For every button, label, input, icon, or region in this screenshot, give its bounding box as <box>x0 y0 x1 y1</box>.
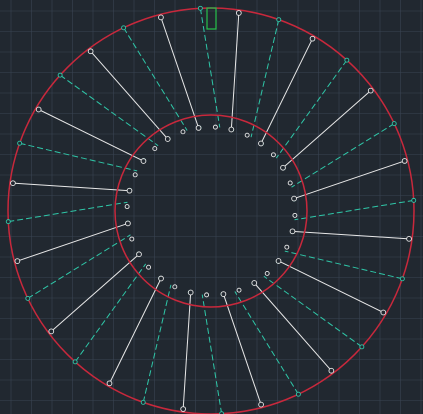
outer-dashed-node[interactable] <box>197 5 203 11</box>
outer-node[interactable] <box>401 158 408 164</box>
inner-node[interactable] <box>140 158 147 164</box>
outer-dashed-node[interactable] <box>121 25 127 31</box>
dashed-spoke[interactable] <box>250 19 280 138</box>
inner-circle[interactable] <box>114 114 308 308</box>
outer-dashed-node[interactable] <box>140 399 146 405</box>
outer-node[interactable] <box>235 10 242 16</box>
solid-spoke[interactable] <box>292 230 410 240</box>
outer-dashed-node[interactable] <box>25 295 31 301</box>
background-grid <box>0 0 423 414</box>
dashed-spoke[interactable] <box>275 59 348 159</box>
outer-dashed-node[interactable] <box>411 197 417 203</box>
outer-dashed-node[interactable] <box>359 344 365 350</box>
inner-hole-markers <box>124 124 298 298</box>
dashed-spoke[interactable] <box>199 8 221 128</box>
solid-spoke[interactable] <box>253 282 332 372</box>
dashed-spoke[interactable] <box>123 27 188 131</box>
outer-dashed-node[interactable] <box>72 359 78 365</box>
inner-node[interactable] <box>136 251 142 258</box>
dashed-spoke[interactable] <box>27 234 131 299</box>
solid-spoke[interactable] <box>230 12 240 130</box>
dashed-spoke[interactable] <box>74 263 147 363</box>
outer-node[interactable] <box>106 380 113 387</box>
inner-node[interactable] <box>258 140 264 147</box>
dashed-spoke[interactable] <box>284 250 403 280</box>
outer-node[interactable] <box>87 48 94 55</box>
inner-node[interactable] <box>280 164 286 171</box>
solid-spoke[interactable] <box>293 160 405 200</box>
inner-hole <box>146 264 152 270</box>
solid-spoke[interactable] <box>90 50 169 140</box>
inner-node[interactable] <box>275 258 282 264</box>
inner-node[interactable] <box>158 275 164 282</box>
outer-node[interactable] <box>380 309 387 316</box>
inner-hole <box>204 292 210 298</box>
outer-dashed-node[interactable] <box>344 57 350 63</box>
solid-spoke[interactable] <box>282 90 372 169</box>
dashed-spoke[interactable] <box>142 284 172 403</box>
inner-node[interactable] <box>220 291 227 297</box>
outer-dashed-node[interactable] <box>391 121 397 127</box>
outer-dashed-node[interactable] <box>399 276 405 282</box>
dashed-spoke[interactable] <box>294 199 414 221</box>
spoke-lines <box>8 8 414 414</box>
dashed-spoke[interactable] <box>19 142 138 172</box>
inner-node[interactable] <box>125 220 131 227</box>
inner-hole <box>129 236 135 242</box>
dashed-spoke[interactable] <box>59 74 159 147</box>
inner-hole <box>236 287 242 293</box>
inner-hole <box>264 270 270 276</box>
dashed-spoke[interactable] <box>234 291 299 395</box>
inner-node[interactable] <box>126 187 133 194</box>
outer-node[interactable] <box>180 406 187 412</box>
inner-node[interactable] <box>251 280 258 286</box>
dashed-spoke[interactable] <box>291 123 395 188</box>
outer-dashed-node[interactable] <box>276 17 282 23</box>
inner-node[interactable] <box>187 289 194 296</box>
outer-node[interactable] <box>14 258 21 264</box>
solid-spoke[interactable] <box>38 109 144 162</box>
inner-node[interactable] <box>195 125 202 131</box>
outer-node[interactable] <box>10 180 16 187</box>
inner-hole <box>124 204 130 210</box>
drawing-svg[interactable] <box>0 0 423 414</box>
dashed-spoke[interactable] <box>201 294 223 414</box>
inner-hole <box>287 180 293 186</box>
outer-dashed-node[interactable] <box>5 219 11 225</box>
outer-node[interactable] <box>258 401 264 408</box>
outer-dashed-node[interactable] <box>57 72 63 78</box>
inner-hole <box>292 212 298 218</box>
outer-node[interactable] <box>158 14 164 21</box>
inner-node[interactable] <box>291 195 297 202</box>
outer-node[interactable] <box>328 367 335 374</box>
solid-spoke[interactable] <box>182 292 192 410</box>
dashed-spoke[interactable] <box>263 275 363 348</box>
inner-hole <box>284 244 290 250</box>
solid-spoke[interactable] <box>12 182 130 192</box>
solid-spoke[interactable] <box>50 253 140 332</box>
outer-node[interactable] <box>406 235 412 242</box>
cad-drawing-canvas[interactable] <box>0 0 423 414</box>
solid-spoke[interactable] <box>109 278 162 384</box>
outer-circle[interactable] <box>7 7 415 414</box>
solid-spoke[interactable] <box>222 293 262 405</box>
outer-node[interactable] <box>367 87 374 94</box>
inner-hole <box>212 124 218 130</box>
solid-spoke[interactable] <box>278 260 384 313</box>
solid-spoke[interactable] <box>260 38 313 144</box>
inner-node[interactable] <box>228 126 235 133</box>
inner-node[interactable] <box>164 136 171 142</box>
dashed-spoke[interactable] <box>8 201 128 223</box>
outer-node[interactable] <box>35 106 42 113</box>
inner-node[interactable] <box>289 228 296 235</box>
inner-hole <box>180 129 186 135</box>
outer-node[interactable] <box>48 328 55 335</box>
outer-dashed-node[interactable] <box>17 140 23 146</box>
outer-dashed-node[interactable] <box>295 391 301 397</box>
outer-node[interactable] <box>309 35 316 42</box>
